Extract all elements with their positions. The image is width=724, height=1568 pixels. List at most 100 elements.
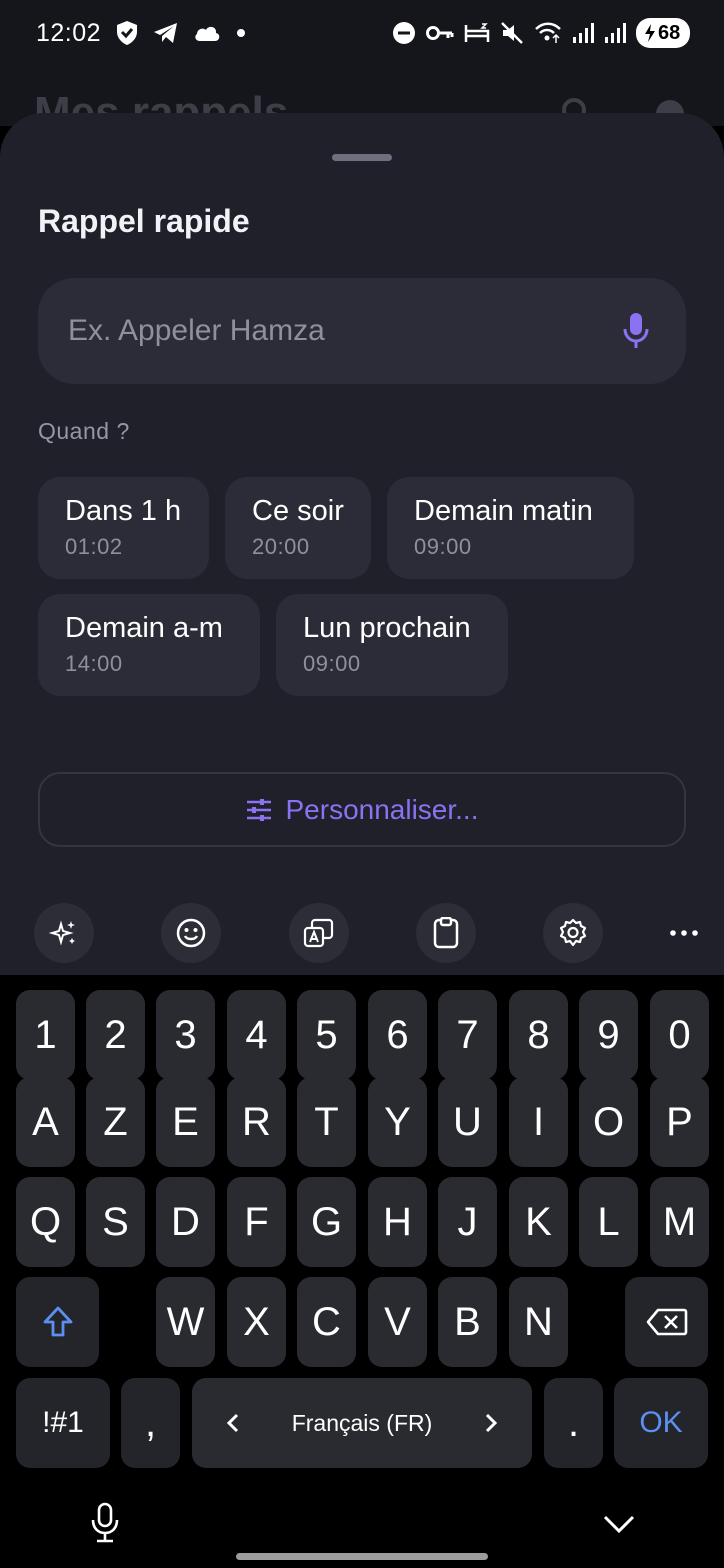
key-7[interactable]: 7 xyxy=(438,990,497,1080)
shift-icon xyxy=(43,1306,72,1337)
translate-button[interactable] xyxy=(289,903,349,963)
key-6[interactable]: 6 xyxy=(368,990,427,1080)
chip-label: Demain a-m xyxy=(65,612,223,644)
key-v[interactable]: V xyxy=(368,1277,427,1367)
chip-label: Lun prochain xyxy=(303,612,471,644)
chip-tonight[interactable]: Ce soir 20:00 xyxy=(225,477,371,579)
key-d[interactable]: D xyxy=(156,1177,215,1267)
microphone-icon xyxy=(623,313,649,348)
key-q[interactable]: Q xyxy=(16,1177,75,1267)
key-t[interactable]: T xyxy=(297,1077,356,1167)
key-a[interactable]: A xyxy=(16,1077,75,1167)
chip-next-monday[interactable]: Lun prochain 09:00 xyxy=(276,594,508,696)
voice-input-button[interactable] xyxy=(616,309,656,353)
key-n[interactable]: N xyxy=(509,1277,568,1367)
key-x[interactable]: X xyxy=(227,1277,286,1367)
key-2[interactable]: 2 xyxy=(86,990,145,1080)
key-j[interactable]: J xyxy=(438,1177,497,1267)
quick-reminder-sheet: Rappel rapide Quand ? Dans 1 h 01:02 Ce … xyxy=(0,113,724,975)
key-4[interactable]: 4 xyxy=(227,990,286,1080)
settings-icon xyxy=(559,918,587,947)
signal-icon xyxy=(604,22,626,44)
key-m[interactable]: M xyxy=(650,1177,709,1267)
backspace-key[interactable] xyxy=(625,1277,708,1367)
dot-icon xyxy=(235,27,247,39)
when-label: Quand ? xyxy=(38,418,130,444)
chip-time: 20:00 xyxy=(252,534,310,559)
chip-tomorrow-afternoon[interactable]: Demain a-m 14:00 xyxy=(38,594,260,696)
chip-label: Demain matin xyxy=(414,495,593,527)
home-indicator[interactable] xyxy=(236,1553,488,1560)
key-c[interactable]: C xyxy=(297,1277,356,1367)
shift-key[interactable] xyxy=(16,1277,99,1367)
chip-tomorrow-morning[interactable]: Demain matin 09:00 xyxy=(387,477,634,579)
dnd-icon xyxy=(392,21,416,45)
signal-icon xyxy=(572,22,594,44)
key-b[interactable]: B xyxy=(438,1277,497,1367)
chip-label: Dans 1 h xyxy=(65,495,182,527)
key-r[interactable]: R xyxy=(227,1077,286,1167)
keyboard-voice-button[interactable] xyxy=(88,1502,122,1549)
more-options-button[interactable] xyxy=(664,903,704,963)
ai-sparkle-button[interactable] xyxy=(34,903,94,963)
space-bar-language: Français (FR) xyxy=(291,1409,433,1436)
key-w[interactable]: W xyxy=(156,1277,215,1367)
ai-sparkle-icon xyxy=(49,920,75,946)
space-bar[interactable]: Français (FR) xyxy=(192,1378,532,1468)
bed-icon xyxy=(464,22,490,44)
reminder-input-container xyxy=(38,278,686,384)
keyboard-toolbar xyxy=(0,885,724,975)
status-time: 12:02 xyxy=(36,18,102,47)
key-h[interactable]: H xyxy=(368,1177,427,1267)
sheet-title: Rappel rapide xyxy=(38,203,250,239)
key-i[interactable]: I xyxy=(509,1077,568,1167)
chevron-right-icon xyxy=(485,1413,498,1433)
shield-icon xyxy=(115,20,139,46)
more-icon xyxy=(670,930,698,936)
sliders-icon xyxy=(246,798,271,821)
symbols-key[interactable]: !#1 xyxy=(16,1378,110,1468)
clipboard-button[interactable] xyxy=(416,903,476,963)
chevron-down-icon xyxy=(603,1515,635,1534)
key-f[interactable]: F xyxy=(227,1177,286,1267)
reminder-text-input[interactable] xyxy=(68,314,616,348)
chip-label: Ce soir xyxy=(252,495,344,527)
comma-key[interactable]: , xyxy=(121,1378,180,1468)
chip-time: 01:02 xyxy=(65,534,123,559)
ok-key[interactable]: OK xyxy=(614,1378,708,1468)
emoji-icon xyxy=(176,918,206,948)
period-key[interactable]: . xyxy=(544,1378,603,1468)
key-k[interactable]: K xyxy=(509,1177,568,1267)
keyboard-settings-button[interactable] xyxy=(543,903,603,963)
emoji-button[interactable] xyxy=(161,903,221,963)
cloud-icon xyxy=(193,24,221,42)
key-p[interactable]: P xyxy=(650,1077,709,1167)
key-e[interactable]: E xyxy=(156,1077,215,1167)
status-bar: 12:02 68 xyxy=(0,0,724,66)
battery-icon: 68 xyxy=(636,18,690,48)
chip-time: 14:00 xyxy=(65,651,123,676)
key-g[interactable]: G xyxy=(297,1177,356,1267)
key-y[interactable]: Y xyxy=(368,1077,427,1167)
key-1[interactable]: 1 xyxy=(16,990,75,1080)
chip-in-one-hour[interactable]: Dans 1 h 01:02 xyxy=(38,477,209,579)
time-chips-row-1: Dans 1 h 01:02 Ce soir 20:00 Demain mati… xyxy=(38,477,634,579)
key-0[interactable]: 0 xyxy=(650,990,709,1080)
customize-button[interactable]: Personnaliser... xyxy=(38,772,686,847)
sheet-drag-handle[interactable] xyxy=(332,154,392,161)
time-chips-row-2: Demain a-m 14:00 Lun prochain 09:00 xyxy=(38,594,508,696)
key-icon xyxy=(426,25,454,41)
battery-level: 68 xyxy=(658,21,681,44)
key-8[interactable]: 8 xyxy=(509,990,568,1080)
key-5[interactable]: 5 xyxy=(297,990,356,1080)
chip-time: 09:00 xyxy=(303,651,361,676)
hide-keyboard-button[interactable] xyxy=(602,1514,636,1539)
key-o[interactable]: O xyxy=(579,1077,638,1167)
key-9[interactable]: 9 xyxy=(579,990,638,1080)
key-u[interactable]: U xyxy=(438,1077,497,1167)
key-z[interactable]: Z xyxy=(86,1077,145,1167)
translate-icon xyxy=(303,918,334,948)
key-s[interactable]: S xyxy=(86,1177,145,1267)
key-3[interactable]: 3 xyxy=(156,990,215,1080)
key-l[interactable]: L xyxy=(579,1177,638,1267)
